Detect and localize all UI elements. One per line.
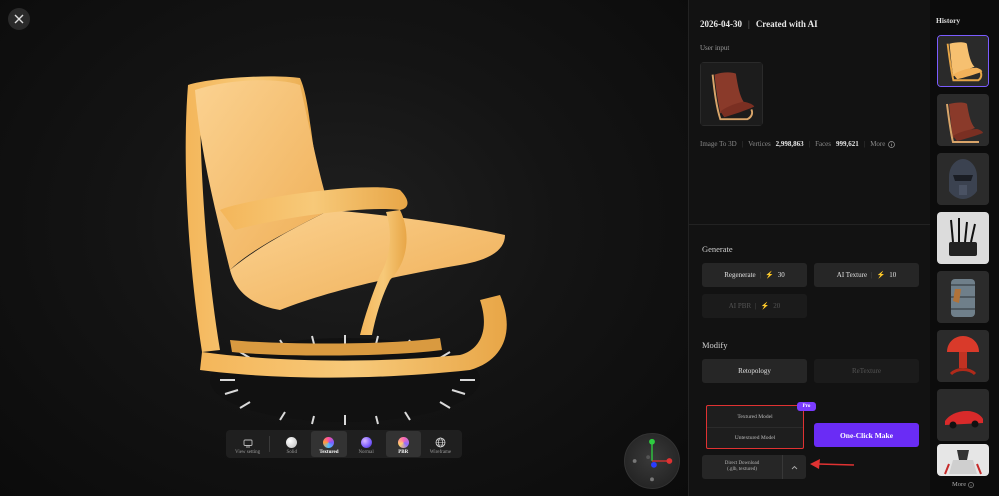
textured-mode-label: Textured: [319, 450, 339, 455]
vertices-value: 2,998,863: [775, 140, 804, 148]
pbr-sphere-icon: [397, 437, 409, 448]
normal-mode-button[interactable]: Normal: [349, 431, 384, 457]
chevron-up-icon: [791, 465, 798, 469]
monitor-icon: [243, 439, 253, 448]
retopology-button[interactable]: Retopology: [702, 359, 807, 383]
history-item-robot-figure[interactable]: [937, 444, 989, 476]
generate-section-title: Generate: [702, 244, 733, 254]
close-icon: [14, 14, 24, 24]
history-more-link[interactable]: More: [952, 481, 974, 488]
robot-figure-thumbnail: [937, 444, 989, 476]
info-icon: [888, 140, 896, 148]
history-item-red-sports-car[interactable]: [937, 389, 989, 441]
toolbar-divider: [269, 436, 271, 452]
normal-sphere-icon: [360, 437, 372, 448]
history-more-label: More: [952, 481, 967, 488]
orientation-gizmo[interactable]: [624, 433, 680, 489]
direct-download-button[interactable]: Direct Download (.glb, textured): [702, 455, 806, 479]
view-setting-label: View setting: [235, 450, 261, 455]
regenerate-button[interactable]: Regenerate | ⚡ 30: [702, 263, 807, 287]
white-sphere-icon: [286, 437, 298, 448]
retopology-label: Retopology: [738, 367, 771, 375]
pbr-mode-button[interactable]: PBR: [385, 431, 421, 457]
faces-label: Faces: [815, 140, 832, 148]
ai-texture-button[interactable]: AI Texture | ⚡ 10: [814, 263, 919, 287]
red-mushroom-thumbnail: [937, 330, 989, 382]
brown-chair-thumbnail: [937, 94, 989, 146]
history-sidebar: History More: [930, 0, 999, 496]
untextured-model-option[interactable]: Untextured Model: [707, 427, 803, 448]
barrel-thumbnail: [937, 271, 989, 323]
retexture-label: ReTexture: [851, 367, 882, 375]
header-separator: |: [748, 19, 750, 29]
lightning-icon: ⚡: [765, 271, 774, 279]
history-item-helmet[interactable]: [937, 153, 989, 205]
ai-texture-cost: 10: [889, 271, 897, 279]
textured-sphere-icon: [323, 437, 335, 448]
red-sports-car-thumbnail: [937, 389, 989, 441]
button-divider: |: [871, 271, 873, 279]
history-item-brown-chair[interactable]: [937, 94, 989, 146]
history-item-yellow-chair[interactable]: [937, 35, 989, 87]
view-setting-button[interactable]: View setting: [230, 431, 265, 457]
direct-download-format: (.glb, textured): [727, 467, 757, 472]
more-info-label: More: [870, 140, 886, 148]
user-input-label: User input: [700, 44, 730, 52]
textured-mode-button[interactable]: Textured: [311, 431, 347, 457]
history-item-barrel[interactable]: [937, 271, 989, 323]
helmet-thumbnail: [937, 153, 989, 205]
generation-mode: Image To 3D: [700, 140, 737, 148]
faces-value: 999,621: [836, 140, 859, 148]
modify-section-title: Modify: [702, 340, 728, 350]
section-divider: [689, 224, 931, 225]
history-title: History: [936, 16, 961, 25]
history-item-pen-holder[interactable]: [937, 212, 989, 264]
stats-divider: |: [808, 140, 811, 148]
button-divider: |: [755, 302, 757, 310]
brown-chair-thumbnail: [701, 63, 762, 125]
pro-badge: Pro: [797, 402, 816, 411]
button-divider: |: [759, 271, 762, 279]
pbr-mode-label: PBR: [398, 450, 409, 455]
solid-mode-label: Solid: [286, 450, 298, 455]
creation-header: 2026-04-30 | Created with AI: [700, 19, 818, 29]
ai-texture-label: AI Texture: [836, 271, 868, 279]
wireframe-globe-icon: [435, 437, 446, 448]
chair-3d-model[interactable]: [160, 60, 520, 420]
one-click-make-button[interactable]: One-Click Make: [814, 423, 919, 447]
stats-divider: |: [863, 140, 866, 148]
3d-viewport[interactable]: View setting Solid Textured Normal PBR W…: [0, 0, 688, 496]
user-input-image[interactable]: [700, 62, 763, 126]
download-options-menu: Textured Model Untextured Model: [706, 405, 804, 449]
stats-divider: |: [741, 140, 744, 148]
ai-pbr-label: AI PBR: [728, 302, 752, 310]
wireframe-mode-button[interactable]: Wireframe: [423, 431, 458, 457]
view-mode-toolbar: View setting Solid Textured Normal PBR W…: [226, 430, 462, 458]
red-annotation-arrow: [810, 459, 855, 469]
history-item-red-mushroom[interactable]: [937, 330, 989, 382]
download-options-toggle[interactable]: [782, 455, 806, 479]
lightning-icon: ⚡: [760, 302, 770, 310]
retexture-button[interactable]: ReTexture: [814, 359, 919, 383]
ai-pbr-button[interactable]: AI PBR | ⚡ 20: [702, 294, 807, 318]
creation-date: 2026-04-30: [700, 19, 742, 29]
normal-mode-label: Normal: [358, 450, 374, 455]
direct-download-label: Direct Download (.glb, textured): [702, 461, 782, 473]
model-stats: Image To 3D | Vertices 2,998,863 | Faces…: [700, 140, 896, 148]
wireframe-mode-label: Wireframe: [429, 450, 452, 455]
created-with-label: Created with AI: [755, 19, 818, 29]
details-panel: 2026-04-30 | Created with AI User input …: [688, 0, 931, 496]
yellow-chair-thumbnail: [938, 36, 988, 86]
textured-model-option[interactable]: Textured Model: [707, 406, 803, 427]
solid-mode-button[interactable]: Solid: [274, 431, 309, 457]
lightning-icon: ⚡: [876, 271, 886, 279]
pen-holder-thumbnail: [937, 212, 989, 264]
info-icon: [968, 481, 974, 488]
more-info-link[interactable]: More: [870, 140, 896, 148]
ai-pbr-cost: 20: [773, 302, 781, 310]
vertices-label: Vertices: [748, 140, 771, 148]
regenerate-cost: 30: [777, 271, 785, 279]
regenerate-label: Regenerate: [724, 271, 756, 279]
close-button[interactable]: [8, 8, 30, 30]
